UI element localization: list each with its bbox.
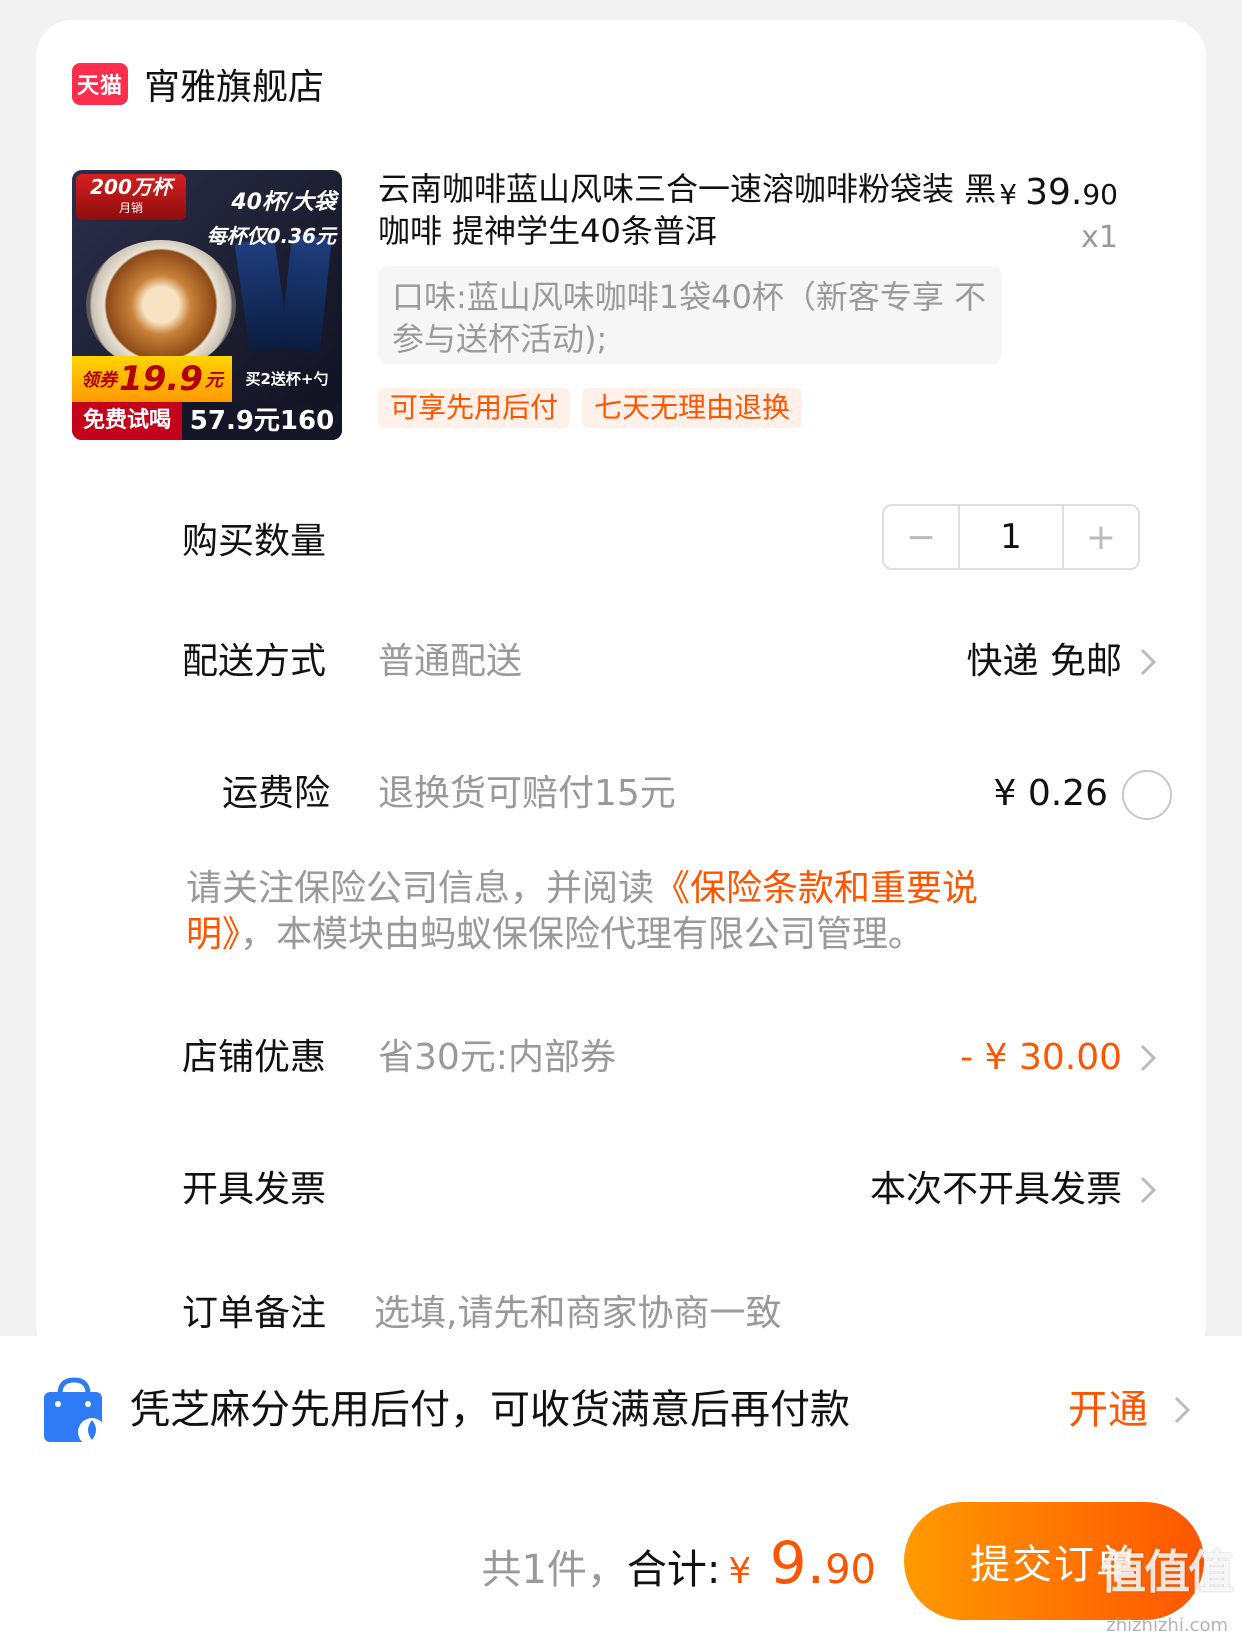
service-tags: 可享先用后付 七天无理由退换 [378, 388, 803, 428]
price-integer: 39. [1025, 172, 1083, 213]
shop-name[interactable]: 宵雅旗舰店 [144, 58, 324, 110]
insurance-note-suffix: ，本模块由蚂蚁保保险代理有限公司管理。 [240, 914, 925, 955]
store-discount-row[interactable]: 店铺优惠 省30元:内部券 - ¥ 30.00 [182, 1028, 1172, 1088]
coupon-price: 19.9 [119, 359, 203, 399]
order-note-label: 订单备注 [182, 1293, 327, 1334]
product-price: ¥39.90 [999, 172, 1118, 213]
sku-selection[interactable]: 口味:蓝山风味咖啡1袋40杯（新客专享 不参与送杯活动); [378, 266, 1002, 364]
per-cup-price-text: 每杯仅0.36元 [206, 224, 336, 248]
store-discount-desc: 省30元:内部券 [378, 1037, 616, 1078]
decrement-button[interactable]: − [884, 506, 958, 568]
tmall-logo: 天猫 [72, 63, 128, 105]
insurance-note: 请关注保险公司信息，并阅读《保险条款和重要说明》，本模块由蚂蚁保保险代理有限公司… [186, 866, 1066, 958]
shipping-insurance-radio[interactable] [1122, 770, 1172, 820]
sales-badge-count: 200万杯 [90, 175, 172, 199]
shipping-insurance-desc: 退换货可赔付15元 [378, 773, 676, 814]
watermark-url: zhizhizhi.com [1106, 1615, 1228, 1636]
purchase-quantity-label: 购买数量 [182, 521, 327, 562]
price-decimal: 90 [1082, 178, 1118, 211]
per-cup-price-banner: 40杯/大袋 每杯仅0.36元 [186, 184, 336, 249]
increment-button[interactable]: + [1064, 506, 1138, 568]
product-image[interactable]: 200万杯 月销 40杯/大袋 每杯仅0.36元 领券 19.9 元 买2送杯+… [72, 170, 342, 440]
bag-size-text: 40杯/大袋 [231, 190, 336, 215]
order-note-row: 订单备注 选填,请先和商家协商一致 [182, 1284, 1172, 1344]
pay-later-open-button[interactable]: 开通 [1068, 1372, 1148, 1448]
insurance-note-prefix: 请关注保险公司信息，并阅读 [186, 868, 655, 909]
watermark-logo: 值值值 [1100, 1545, 1234, 1599]
delivery-method: 普通配送 [378, 641, 523, 682]
sales-badge-label: 月销 [118, 201, 143, 215]
chevron-right-icon [1130, 644, 1166, 680]
delivery-label: 配送方式 [182, 641, 327, 682]
promo-strip: 领券 19.9 元 买2送杯+勺 免费试喝 57.9元160杯 [72, 356, 342, 440]
delivery-value: 快递 免邮 [966, 641, 1122, 682]
total-label: 合计: [626, 1547, 721, 1593]
shipping-insurance-row: 运费险 退换货可赔付15元 ¥ 0.26 [182, 764, 1172, 824]
invoice-label: 开具发票 [182, 1169, 327, 1210]
latte-cup-graphic [86, 240, 236, 370]
free-trial-label: 免费试喝 [72, 402, 182, 440]
gift-promo: 买2送杯+勺 [245, 370, 329, 388]
coupon-promo: 领券 19.9 元 [72, 356, 232, 402]
total-currency: ¥ [728, 1551, 752, 1592]
total-decimal: 90 [825, 1547, 876, 1593]
delivery-row[interactable]: 配送方式 普通配送 快递 免邮 [182, 632, 1172, 692]
shipping-insurance-label: 运费险 [222, 773, 331, 814]
quantity-input[interactable]: 1 [958, 506, 1064, 568]
product-quantity: x1 [1081, 220, 1118, 255]
coffee-bag-graphic [280, 234, 332, 352]
price-currency: ¥ [999, 178, 1018, 211]
coupon-prefix: 领券 [81, 370, 118, 391]
item-count: 共1件， [481, 1547, 627, 1593]
tag-pay-later: 可享先用后付 [378, 388, 571, 428]
shopping-bag-icon [38, 1374, 110, 1446]
sales-badge: 200万杯 月销 [76, 174, 186, 220]
order-note-input[interactable]: 选填,请先和商家协商一致 [374, 1284, 781, 1344]
shipping-insurance-price: ¥ 0.26 [993, 773, 1108, 814]
chevron-right-icon [1130, 1172, 1166, 1208]
total-integer: 9. [751, 1529, 826, 1597]
product-title[interactable]: 云南咖啡蓝山风味三合一速溶咖啡粉袋装 黑咖啡 提神学生40条普洱 [378, 168, 1018, 252]
chevron-right-icon [1164, 1392, 1200, 1428]
store-discount-amount: - ¥ 30.00 [960, 1037, 1122, 1078]
invoice-row[interactable]: 开具发票 本次不开具发票 [182, 1160, 1172, 1220]
pay-later-text: 凭芝麻分先用后付，可收货满意后再付款 [130, 1387, 850, 1433]
invoice-value: 本次不开具发票 [869, 1169, 1122, 1210]
chevron-right-icon [1130, 1040, 1166, 1076]
store-discount-label: 店铺优惠 [182, 1037, 327, 1078]
bulk-offer-label: 57.9元160杯 [182, 402, 342, 440]
shop-header[interactable]: 天猫 宵雅旗舰店 [72, 58, 324, 110]
quantity-stepper[interactable]: − 1 + [882, 504, 1140, 570]
order-total: 共1件，合计: ¥ 9.90 [481, 1528, 876, 1607]
coupon-suffix: 元 [204, 370, 223, 391]
pay-later-banner[interactable]: 凭芝麻分先用后付，可收货满意后再付款 开通 [38, 1372, 1208, 1452]
tag-seven-day-return: 七天无理由退换 [582, 388, 803, 428]
